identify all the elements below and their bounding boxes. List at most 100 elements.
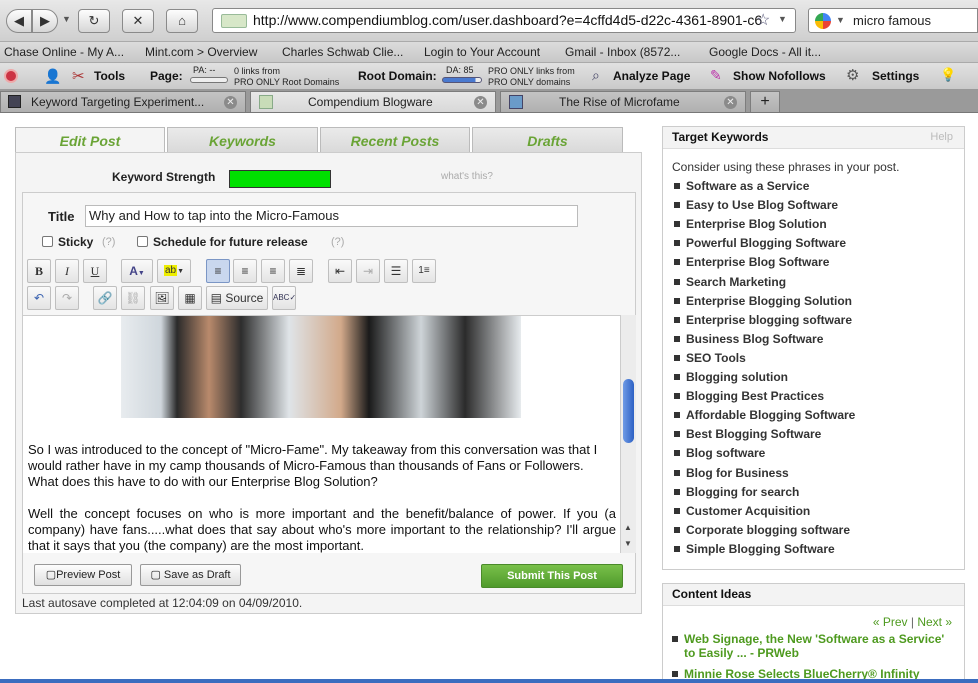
analyze-page-button[interactable]: Analyze Page	[613, 69, 690, 83]
table-button[interactable]: ▦	[178, 286, 202, 310]
reload-button[interactable]: ↻	[78, 9, 110, 33]
highlighter-icon: ✎	[710, 67, 722, 83]
home-button[interactable]: ⌂	[166, 9, 198, 33]
italic-button[interactable]: I	[55, 259, 79, 283]
redo-button[interactable]: ↷	[55, 286, 79, 310]
tab-drafts[interactable]: Drafts	[472, 127, 623, 153]
keyword-item: Blogging for search	[674, 485, 799, 499]
tab-keywords[interactable]: Keywords	[167, 127, 318, 153]
lightbulb-icon[interactable]: 💡	[940, 67, 956, 83]
forward-button[interactable]: ▶	[32, 9, 58, 33]
image-button[interactable]: 🖼	[150, 286, 174, 310]
toolbar-logo-icon[interactable]	[4, 69, 18, 83]
tab-close-icon[interactable]: ✕	[724, 96, 737, 109]
save-draft-button[interactable]: ▢ Save as Draft	[140, 564, 241, 586]
keyword-item: Blog for Business	[674, 466, 789, 480]
pager: « Prev | Next »	[872, 615, 952, 629]
bookmarks-bar: Chase Online - My A... Mint.com > Overvi…	[0, 42, 978, 63]
search-dropdown-icon: ▼	[836, 15, 845, 25]
sticky-label: Sticky	[58, 235, 94, 249]
prev-link[interactable]: « Prev	[873, 615, 908, 629]
justify-button[interactable]: ≣	[289, 259, 313, 283]
outdent-button[interactable]: ⇤	[328, 259, 352, 283]
title-input[interactable]: Why and How to tap into the Micro-Famous	[85, 205, 578, 227]
tab-compendium-blogware[interactable]: Compendium Blogware ✕	[250, 91, 496, 112]
highlight-button[interactable]: ab▼	[157, 259, 191, 283]
tab-close-icon[interactable]: ✕	[474, 96, 487, 109]
undo-button[interactable]: ↶	[27, 286, 51, 310]
post-paragraph: Well the concept focuses on who is more …	[28, 506, 616, 553]
user-icon[interactable]: 👤	[44, 68, 61, 85]
preview-post-button[interactable]: ▢Preview Post	[34, 564, 132, 586]
source-icon: ▤	[210, 291, 222, 305]
preview-icon: ▢	[45, 569, 57, 581]
scroll-down-arrow[interactable]: ▼	[624, 539, 632, 548]
link-button[interactable]: 🔗	[93, 286, 117, 310]
scroll-thumb[interactable]	[623, 379, 634, 443]
pa-meter	[190, 77, 228, 83]
url-bar[interactable]: http://www.compendiumblog.com/user.dashb…	[212, 8, 796, 33]
bold-button[interactable]: B	[27, 259, 51, 283]
underline-button[interactable]: U	[83, 259, 107, 283]
pro-links-from: PRO ONLY links from	[488, 66, 575, 76]
root-domain-label: Root Domain:	[358, 69, 437, 83]
search-box[interactable]: ▼ micro famous	[808, 8, 978, 33]
tab-close-icon[interactable]: ✕	[224, 96, 237, 109]
bookmark-login[interactable]: Login to Your Account	[424, 42, 540, 62]
tab-favicon-icon	[259, 95, 273, 109]
align-center-button[interactable]: ≡	[233, 259, 257, 283]
keyword-item: Enterprise Blogging Solution	[674, 294, 852, 308]
help-link[interactable]: Help	[930, 127, 953, 148]
new-tab-button[interactable]: +	[750, 91, 780, 112]
schedule-help[interactable]: (?)	[331, 236, 344, 248]
keyword-item: Enterprise blogging software	[674, 313, 852, 327]
tab-edit-post[interactable]: Edit Post	[15, 127, 165, 153]
target-keywords-title: Target Keywords Help	[663, 127, 964, 149]
whats-this-link[interactable]: what's this?	[441, 171, 493, 182]
tab-keyword-targeting[interactable]: Keyword Targeting Experiment... ✕	[0, 91, 246, 112]
history-dropdown-icon[interactable]: ▼	[62, 14, 71, 24]
source-button[interactable]: ▤ Source	[206, 286, 268, 310]
bookmark-schwab[interactable]: Charles Schwab Clie...	[282, 42, 403, 62]
keyword-item: Corporate blogging software	[674, 523, 850, 537]
seo-toolbar: 👤 ✂ Tools Page: PA: -- 0 links from PRO …	[0, 63, 978, 90]
stop-button[interactable]: ✕	[122, 9, 154, 33]
tab-recent-posts[interactable]: Recent Posts	[320, 127, 470, 153]
content-ideas-box: Content Ideas « Prev | Next » Web Signag…	[662, 583, 965, 683]
keyword-item: Easy to Use Blog Software	[674, 198, 838, 212]
next-link[interactable]: Next »	[917, 615, 952, 629]
bullet-list-button[interactable]: ☰	[384, 259, 408, 283]
indent-button[interactable]: ⇥	[356, 259, 380, 283]
keyword-item: Enterprise Blog Solution	[674, 217, 827, 231]
spellcheck-button[interactable]: ABC✓	[272, 286, 296, 310]
numbered-list-button[interactable]: 1≡	[412, 259, 436, 283]
submit-post-button[interactable]: Submit This Post	[481, 564, 623, 588]
bookmark-chase[interactable]: Chase Online - My A...	[4, 42, 124, 62]
sticky-help[interactable]: (?)	[102, 236, 115, 248]
save-icon: ▢	[150, 569, 164, 581]
content-idea-item[interactable]: Web Signage, the New 'Software as a Serv…	[672, 632, 957, 660]
editor-scrollbar[interactable]: ▲ ▼	[620, 315, 636, 553]
schedule-label: Schedule for future release	[153, 235, 308, 249]
sticky-checkbox[interactable]	[42, 236, 53, 247]
settings-button[interactable]: Settings	[872, 69, 919, 83]
bookmark-google-docs[interactable]: Google Docs - All it...	[709, 42, 821, 62]
keyword-strength-bar	[229, 170, 331, 188]
font-color-button[interactable]: A▼	[121, 259, 153, 283]
back-button[interactable]: ◀	[6, 9, 32, 33]
align-left-button[interactable]: ≡	[206, 259, 230, 283]
scroll-up-arrow[interactable]: ▲	[624, 523, 632, 532]
bookmark-star-icon[interactable]: ☆	[756, 10, 770, 30]
align-right-button[interactable]: ≡	[261, 259, 285, 283]
bookmark-gmail[interactable]: Gmail - Inbox (8572...	[565, 42, 680, 62]
keyword-item: Affordable Blogging Software	[674, 408, 855, 422]
editor-content-area[interactable]: So I was introduced to the concept of "M…	[23, 315, 636, 553]
unlink-button[interactable]: ⛓	[121, 286, 145, 310]
tab-rise-of-microfame[interactable]: The Rise of Microfame ✕	[500, 91, 746, 112]
tools-menu[interactable]: Tools	[94, 69, 125, 83]
site-favicon-icon	[221, 14, 247, 28]
bookmark-mint[interactable]: Mint.com > Overview	[145, 42, 257, 62]
schedule-checkbox[interactable]	[137, 236, 148, 247]
show-nofollows-button[interactable]: Show Nofollows	[733, 69, 826, 83]
url-dropdown-icon[interactable]: ▼	[778, 14, 787, 24]
